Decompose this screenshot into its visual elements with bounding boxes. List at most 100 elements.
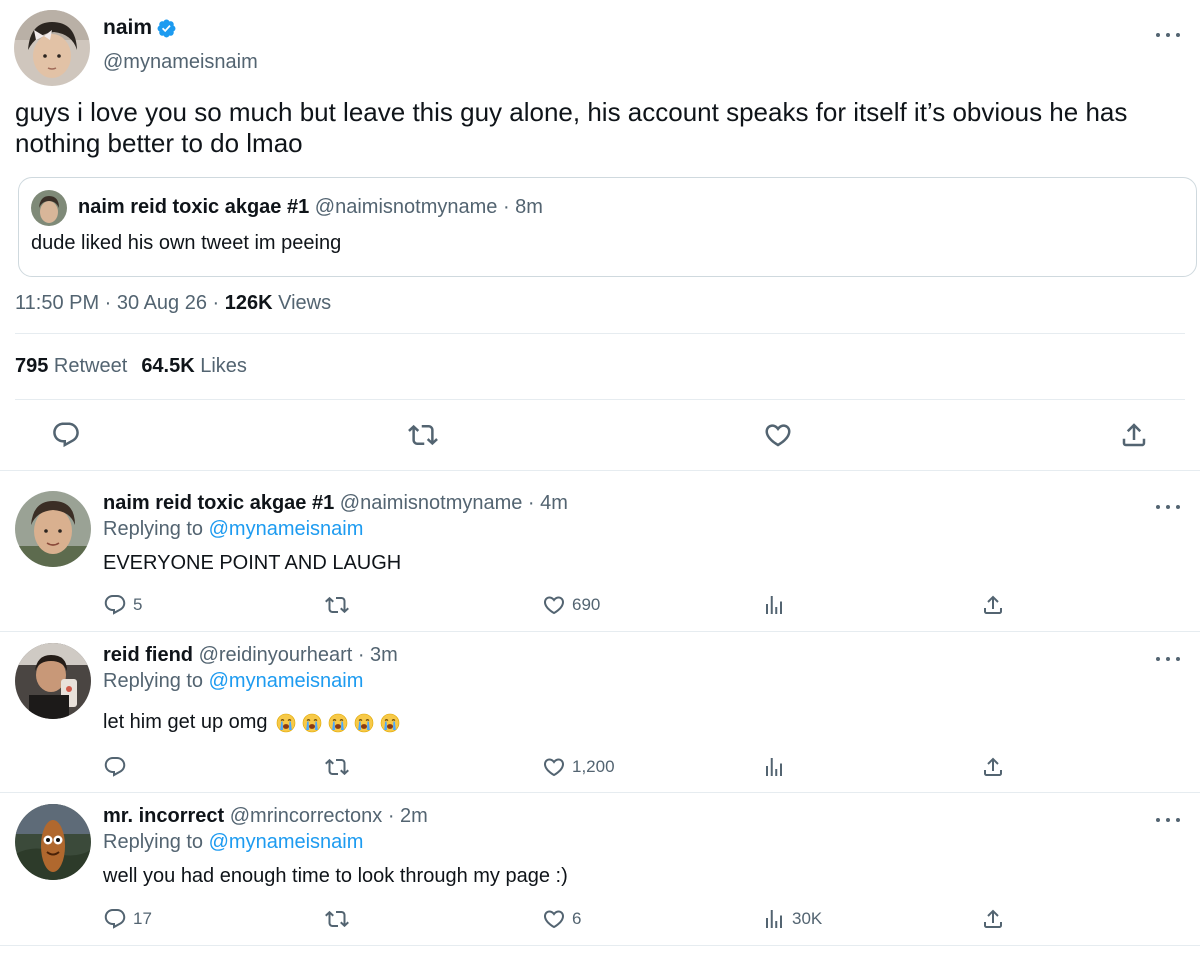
likes-label[interactable]: Likes	[195, 355, 247, 377]
share-button[interactable]	[981, 907, 1005, 931]
reply-author-name[interactable]: mr. incorrect	[103, 805, 224, 827]
share-icon	[981, 907, 1005, 931]
avatar[interactable]	[14, 10, 90, 86]
quote-text: dude liked his own tweet im peeing	[31, 232, 342, 254]
replying-to: Replying to @mynameisnaim	[103, 670, 363, 693]
more-icon[interactable]	[1156, 500, 1180, 514]
loudly-crying-face-emoji	[380, 713, 400, 733]
loudly-crying-face-emoji	[328, 713, 348, 733]
retweet-icon[interactable]	[408, 420, 438, 450]
like-icon[interactable]	[763, 420, 793, 450]
reply-icon	[103, 755, 127, 779]
views-icon	[762, 755, 786, 779]
reply-text-row: let him get up omg	[103, 711, 400, 734]
replying-to: Replying to @mynameisnaim	[103, 831, 363, 854]
like-count: 690	[572, 595, 601, 614]
reply-button[interactable]: 17	[103, 907, 152, 931]
reply-header: mr. incorrect @mrincorrectonx · 2m	[103, 805, 428, 828]
reply-tweet[interactable]: naim reid toxic akgae #1 @naimisnotmynam…	[0, 471, 1200, 632]
like-icon	[542, 907, 566, 931]
reply-author-meta[interactable]: @naimisnotmyname · 4m	[334, 492, 568, 514]
likes-count[interactable]: 64.5K	[141, 355, 194, 377]
share-icon[interactable]	[1119, 420, 1149, 450]
reply-button[interactable]	[103, 755, 133, 779]
more-icon[interactable]	[1156, 813, 1180, 827]
author-name[interactable]: naim	[103, 16, 152, 40]
tweet-text: guys i love you so much but leave this g…	[15, 97, 1128, 158]
replying-to: Replying to @mynameisnaim	[103, 518, 363, 541]
reply-text: well you had enough time to look through…	[103, 865, 568, 887]
reply-tweet[interactable]: mr. incorrect @mrincorrectonx · 2m Reply…	[0, 793, 1200, 953]
emoji-group	[276, 713, 400, 733]
author-handle[interactable]: @mynameisnaim	[103, 51, 258, 74]
reply-action-bar: 5 690	[0, 593, 1200, 619]
like-button[interactable]: 690	[542, 593, 600, 617]
reply-author-meta[interactable]: @mrincorrectonx · 2m	[224, 805, 428, 827]
views-count: 126K	[224, 292, 273, 314]
quoted-tweet[interactable]: naim reid toxic akgae #1 @naimisnotmynam…	[18, 177, 1197, 277]
reply-text-row: EVERYONE POINT AND LAUGH	[103, 552, 401, 575]
like-button[interactable]: 1,200	[542, 755, 615, 779]
reply-icon[interactable]	[51, 420, 81, 450]
reply-header: reid fiend @reidinyourheart · 3m	[103, 644, 398, 667]
retweet-icon	[325, 907, 349, 931]
reply-text-row: well you had enough time to look through…	[103, 865, 568, 888]
quote-author-meta: @naimisnotmyname · 8m	[314, 196, 543, 218]
loudly-crying-face-emoji	[302, 713, 322, 733]
replying-prefix: Replying to	[103, 670, 209, 692]
author-name-row[interactable]: naim	[103, 16, 177, 40]
views-icon	[762, 593, 786, 617]
avatar[interactable]	[15, 643, 91, 719]
views-button[interactable]	[762, 755, 786, 779]
like-icon	[542, 755, 566, 779]
views-icon	[762, 907, 786, 931]
quote-author-name: naim reid toxic akgae #1	[78, 196, 310, 218]
share-button[interactable]	[981, 755, 1005, 779]
mention-link[interactable]: @mynameisnaim	[209, 670, 364, 692]
retweets-label[interactable]: Retweet	[48, 355, 127, 377]
retweet-button[interactable]	[325, 593, 349, 617]
like-count: 6	[572, 909, 582, 928]
retweets-count[interactable]: 795	[15, 355, 48, 377]
views-label: Views	[272, 292, 332, 314]
share-button[interactable]	[981, 593, 1005, 617]
view-count: 30K	[792, 909, 823, 928]
replying-prefix: Replying to	[103, 518, 209, 540]
loudly-crying-face-emoji	[276, 713, 296, 733]
retweet-button[interactable]	[325, 907, 349, 931]
reply-icon	[103, 907, 127, 931]
views-button[interactable]: 30K	[762, 907, 822, 931]
loudly-crying-face-emoji	[354, 713, 374, 733]
like-icon	[542, 593, 566, 617]
reply-author-name[interactable]: reid fiend	[103, 644, 193, 666]
mention-link[interactable]: @mynameisnaim	[209, 518, 364, 540]
avatar[interactable]	[15, 491, 91, 567]
tweet-timestamp: 11:50 PM · 30 Aug 26 · 126K Views	[15, 292, 331, 315]
tweet-time[interactable]: 11:50 PM · 30 Aug 26 ·	[15, 292, 225, 314]
replying-prefix: Replying to	[103, 831, 209, 853]
more-icon[interactable]	[1156, 28, 1180, 42]
divider	[15, 333, 1185, 334]
like-button[interactable]: 6	[542, 907, 581, 931]
reply-author-meta[interactable]: @reidinyourheart · 3m	[193, 644, 398, 666]
engagement-stats: 795 Retweet 64.5K Likes	[15, 355, 247, 378]
divider	[15, 399, 1185, 400]
reply-count: 5	[133, 595, 143, 614]
reply-author-name[interactable]: naim reid toxic akgae #1	[103, 492, 334, 514]
quote-avatar	[31, 190, 67, 226]
reply-count: 17	[133, 909, 152, 928]
views-button[interactable]	[762, 593, 786, 617]
retweet-icon	[325, 593, 349, 617]
share-icon	[981, 755, 1005, 779]
reply-icon	[103, 593, 127, 617]
more-icon[interactable]	[1156, 652, 1180, 666]
mention-link[interactable]: @mynameisnaim	[209, 831, 364, 853]
share-icon	[981, 593, 1005, 617]
retweet-button[interactable]	[325, 755, 349, 779]
reply-header: naim reid toxic akgae #1 @naimisnotmynam…	[103, 492, 568, 515]
reply-button[interactable]: 5	[103, 593, 142, 617]
reply-action-bar: 1,200	[0, 755, 1200, 781]
divider	[0, 945, 1200, 946]
avatar[interactable]	[15, 804, 91, 880]
reply-tweet[interactable]: reid fiend @reidinyourheart · 3m Replyin…	[0, 632, 1200, 793]
